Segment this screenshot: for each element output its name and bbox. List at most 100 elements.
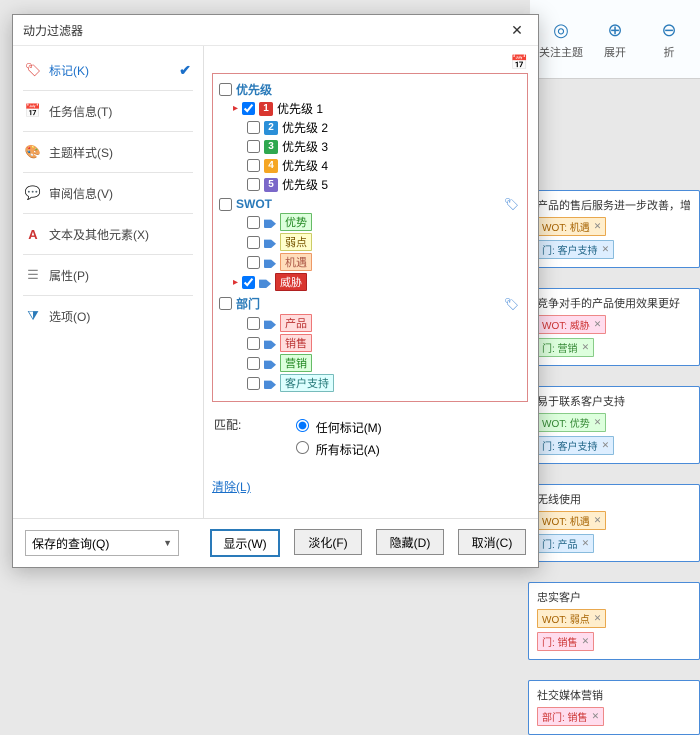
- card[interactable]: 产品的售后服务进一步改善，增 WOT: 机遇✕ 门: 客户支持✕: [528, 190, 700, 268]
- item-checkbox[interactable]: [247, 140, 260, 153]
- item-checkbox[interactable]: [247, 159, 260, 172]
- tree-item[interactable]: 客户支持: [247, 373, 527, 393]
- tree-item[interactable]: 3优先级 3: [247, 137, 527, 156]
- add-marker-icon[interactable]: 📅: [511, 54, 528, 71]
- card[interactable]: 易于联系客户支持 WOT: 优势✕ 门: 客户支持✕: [528, 386, 700, 464]
- item-checkbox[interactable]: [247, 256, 260, 269]
- item-label: 优先级 4: [282, 157, 328, 174]
- sidebar-item-taskinfo[interactable]: 📅 任务信息(T): [13, 95, 203, 127]
- saved-query-combo[interactable]: 保存的查询(Q) ▼: [25, 530, 179, 556]
- sidebar-item-label: 选项(O): [49, 308, 90, 325]
- ribbon-expand[interactable]: ⊕ 展开: [592, 4, 638, 74]
- group-priority: 优先级 ▸1优先级 1 2优先级 2 3优先级 3 4优先级 4 5优先级 5: [219, 80, 527, 194]
- item-checkbox[interactable]: [247, 337, 260, 350]
- fade-button[interactable]: 淡化(F): [294, 529, 362, 555]
- card[interactable]: 忠实客户 WOT: 弱点✕ 门: 销售✕: [528, 582, 700, 660]
- item-label: 营销: [280, 354, 312, 372]
- item-checkbox[interactable]: [242, 102, 255, 115]
- tag-dept[interactable]: 门: 销售✕: [537, 632, 594, 651]
- tree-item[interactable]: 销售: [247, 333, 527, 353]
- calendar-icon: 📅: [25, 103, 41, 119]
- cancel-button[interactable]: 取消(C): [458, 529, 526, 555]
- tag-swot[interactable]: WOT: 机遇✕: [537, 217, 606, 236]
- card[interactable]: 竞争对手的产品使用效果更好 WOT: 威胁✕ 门: 营销✕: [528, 288, 700, 366]
- item-checkbox[interactable]: [247, 216, 260, 229]
- card[interactable]: 无线使用 WOT: 机遇✕ 门: 产品✕: [528, 484, 700, 562]
- comment-icon: 💬: [25, 185, 41, 201]
- group-checkbox[interactable]: [219, 83, 232, 96]
- dialog-title: 动力过滤器: [23, 22, 502, 39]
- tag-icon[interactable]: 🏷: [504, 297, 519, 311]
- show-button[interactable]: 显示(W): [210, 529, 280, 557]
- tree-item[interactable]: ▸1优先级 1: [247, 99, 527, 118]
- card-title: 产品的售后服务进一步改善，增: [537, 197, 691, 213]
- tree-item[interactable]: ▸威胁: [247, 272, 527, 292]
- sidebar-item-label: 标记(K): [49, 62, 89, 79]
- tag-dept[interactable]: 门: 营销✕: [537, 338, 594, 357]
- tree-item[interactable]: 4 优先级 4: [247, 156, 527, 175]
- group-dept: 部门 🏷 产品 销售 营销 客户支持: [219, 294, 527, 393]
- text-icon: A: [25, 226, 41, 242]
- match-options: 匹配: 任何标记(M) 所有标记(A): [212, 412, 528, 464]
- sidebar-item-properties[interactable]: ☰ 属性(P): [13, 259, 203, 291]
- saved-query-label: 保存的查询(Q): [32, 535, 109, 552]
- item-label: 优势: [280, 213, 312, 231]
- sidebar-item-textelements[interactable]: A 文本及其他元素(X): [13, 218, 203, 250]
- tree-item[interactable]: 2优先级 2: [247, 118, 527, 137]
- item-checkbox[interactable]: [242, 276, 255, 289]
- close-button[interactable]: ✕: [502, 18, 532, 42]
- card-title: 竞争对手的产品使用效果更好: [537, 295, 691, 311]
- expand-icon: ⊕: [603, 18, 627, 42]
- tree-item[interactable]: 弱点: [247, 232, 527, 252]
- item-checkbox[interactable]: [247, 178, 260, 191]
- item-checkbox[interactable]: [247, 236, 260, 249]
- radio-any-marker[interactable]: 任何标记(M): [291, 416, 381, 436]
- priority-4-icon: 4: [264, 159, 278, 173]
- tree-item[interactable]: 产品: [247, 313, 527, 333]
- group-checkbox[interactable]: [219, 198, 232, 211]
- focus-icon: ◎: [549, 18, 573, 42]
- palette-icon: 🎨: [25, 144, 41, 160]
- tag-icon: [264, 317, 276, 329]
- tag-icon[interactable]: 🏷: [504, 197, 519, 211]
- item-checkbox[interactable]: [247, 357, 260, 370]
- card[interactable]: 社交媒体营销 部门: 销售✕: [528, 680, 700, 735]
- sidebar-item-markers[interactable]: 🏷 标记(K) ✔: [13, 54, 203, 86]
- tree-item[interactable]: 5优先级 5: [247, 175, 527, 194]
- tag-icon: 🏷: [25, 62, 41, 78]
- tag-dept[interactable]: 门: 客户支持✕: [537, 240, 614, 259]
- tag-icon: [264, 377, 276, 389]
- ribbon-collapse[interactable]: ⊖ 折: [646, 4, 692, 74]
- radio-all-markers[interactable]: 所有标记(A): [291, 438, 381, 458]
- tree-item[interactable]: 机遇: [247, 252, 527, 272]
- tag-dept[interactable]: 门: 产品✕: [537, 534, 594, 553]
- tag-swot[interactable]: WOT: 威胁✕: [537, 315, 606, 334]
- tag-swot[interactable]: WOT: 优势✕: [537, 413, 606, 432]
- sidebar-item-label: 文本及其他元素(X): [49, 226, 149, 243]
- hide-button[interactable]: 隐藏(D): [376, 529, 444, 555]
- sidebar-item-review[interactable]: 💬 审阅信息(V): [13, 177, 203, 209]
- tag-swot[interactable]: WOT: 弱点✕: [537, 609, 606, 628]
- tag-dept[interactable]: 部门: 销售✕: [537, 707, 604, 726]
- tree-item[interactable]: 优势: [247, 212, 527, 232]
- item-checkbox[interactable]: [247, 317, 260, 330]
- tag-icon: [259, 276, 271, 288]
- sidebar-item-options[interactable]: ⧩ 选项(O): [13, 300, 203, 332]
- clear-link[interactable]: 清除(L): [212, 478, 528, 495]
- card-title: 易于联系客户支持: [537, 393, 691, 409]
- tag-dept[interactable]: 门: 客户支持✕: [537, 436, 614, 455]
- group-checkbox[interactable]: [219, 297, 232, 310]
- ribbon-focus-topic[interactable]: ◎ 关注主题: [538, 4, 584, 74]
- sidebar-item-topicstyle[interactable]: 🎨 主题样式(S): [13, 136, 203, 168]
- collapse-icon: ⊖: [657, 18, 681, 42]
- sidebar-item-label: 属性(P): [49, 267, 89, 284]
- card-title: 社交媒体营销: [537, 687, 691, 703]
- tree-item[interactable]: 营销: [247, 353, 527, 373]
- priority-1-icon: 1: [259, 102, 273, 116]
- tag-swot[interactable]: WOT: 机遇✕: [537, 511, 606, 530]
- item-checkbox[interactable]: [247, 121, 260, 134]
- ribbon-expand-label: 展开: [604, 44, 626, 60]
- item-checkbox[interactable]: [247, 377, 260, 390]
- tag-icon: [264, 236, 276, 248]
- markers-tree-box: 优先级 ▸1优先级 1 2优先级 2 3优先级 3 4优先级 4 5优先级 5: [212, 73, 528, 402]
